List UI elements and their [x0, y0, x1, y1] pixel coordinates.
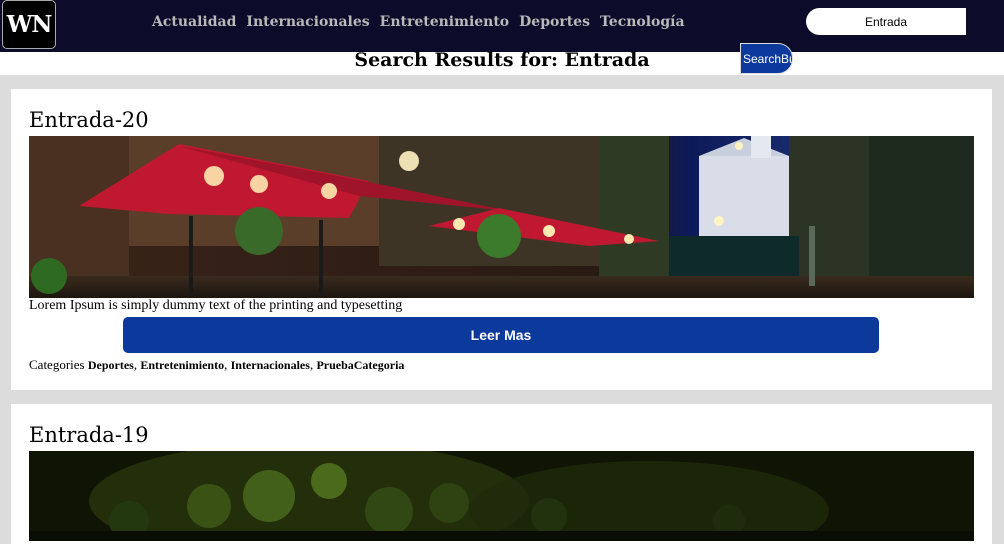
top-navbar: WN Actualidad Internacionales Entretenim… — [0, 0, 1004, 52]
post-excerpt: Lorem Ipsum is simply dummy text of the … — [29, 298, 403, 313]
nav-deportes[interactable]: Deportes — [519, 14, 590, 30]
search-input[interactable] — [806, 8, 966, 35]
categories-label: Categories — [29, 357, 85, 372]
nav-entretenimiento[interactable]: Entretenimiento — [380, 14, 510, 30]
nav-tecnologia[interactable]: Tecnología — [600, 14, 685, 30]
category-link[interactable]: Internacionales — [231, 358, 310, 372]
search-button[interactable]: SearchBu — [740, 43, 793, 74]
category-link[interactable]: Deportes — [88, 358, 134, 372]
main-nav: Actualidad Internacionales Entretenimien… — [152, 14, 685, 30]
post-card: Entrada-20 Lorem Ipsum is simply dummy t… — [11, 89, 992, 390]
category-link[interactable]: Entretenimiento — [140, 358, 224, 372]
nav-internacionales[interactable]: Internacionales — [246, 14, 369, 30]
post-title[interactable]: Entrada-19 — [29, 423, 149, 447]
category-link[interactable]: PruebaCategoria — [316, 358, 404, 372]
post-image-street-cafe[interactable] — [29, 136, 974, 298]
post-categories: Categories Deportes, Entretenimiento, In… — [29, 357, 405, 372]
site-logo[interactable]: WN — [2, 0, 56, 49]
page-title: Search Results for: Entrada — [354, 49, 650, 71]
nav-actualidad[interactable]: Actualidad — [152, 14, 236, 30]
post-card: Entrada-19 — [11, 404, 992, 544]
read-more-button[interactable]: Leer Mas — [123, 317, 879, 353]
post-title[interactable]: Entrada-20 — [29, 108, 149, 132]
post-image-forest[interactable] — [29, 451, 974, 541]
